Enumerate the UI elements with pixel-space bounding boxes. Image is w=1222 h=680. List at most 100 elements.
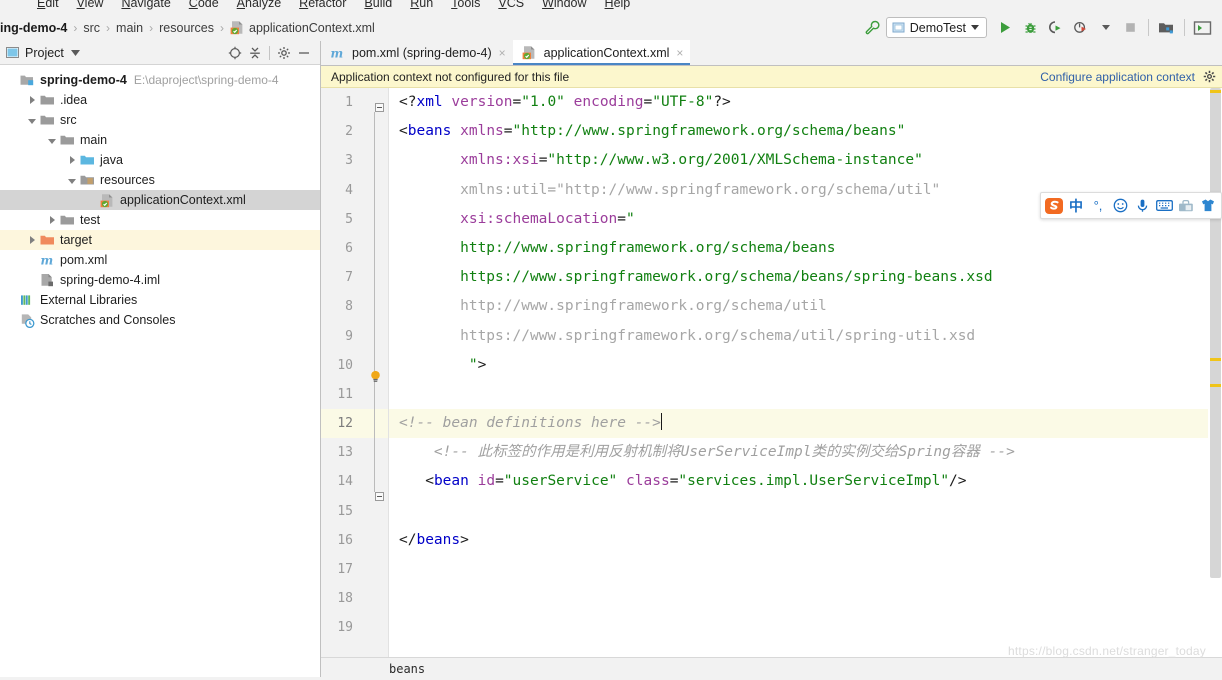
menu-item-window[interactable]: Window <box>533 0 595 10</box>
editor-scrollbar-thumb[interactable] <box>1210 88 1221 578</box>
breadcrumb-item-ing-demo-4[interactable]: ing-demo-4 <box>0 21 67 35</box>
code-line-10[interactable]: "> <box>389 351 1222 380</box>
tree-node-target[interactable]: target <box>0 230 320 250</box>
code-line-7[interactable]: https://www.springframework.org/schema/b… <box>389 263 1222 292</box>
breadcrumb-item-resources[interactable]: resources <box>159 21 214 35</box>
voice-input-icon[interactable] <box>1132 195 1152 216</box>
warning-marker[interactable] <box>1210 384 1221 387</box>
chevron-down-icon[interactable] <box>64 173 80 187</box>
close-icon[interactable]: × <box>499 46 506 60</box>
breadcrumb-item-src[interactable]: src <box>83 21 100 35</box>
profiler-dropdown[interactable] <box>1094 16 1117 39</box>
tree-node-applicationcontext-xml[interactable]: applicationContext.xml <box>0 190 320 210</box>
code-editor[interactable]: 1 2 3 4 5 6 7 8 9 10 11 12 13 14 15 16 17 18 19 <?xml vers… <box>321 88 1222 657</box>
chevron-right-icon[interactable] <box>24 233 40 247</box>
toolbox-icon[interactable] <box>1176 195 1196 216</box>
tree-node--idea[interactable]: .idea <box>0 90 320 110</box>
code-line-19[interactable] <box>389 613 1222 642</box>
warning-marker[interactable] <box>1210 90 1221 93</box>
menu-item-help[interactable]: Help <box>596 0 640 10</box>
code-line-6[interactable]: http://www.springframework.org/schema/be… <box>389 234 1222 263</box>
menu-item-build[interactable]: Build <box>355 0 401 10</box>
code-content[interactable]: <?xml version="1.0" encoding="UTF-8"?> <b… <box>389 88 1222 657</box>
configure-application-context-link[interactable]: Configure application context <box>1040 70 1195 84</box>
menu-item-edit[interactable]: Edit <box>28 0 68 10</box>
soft-keyboard-icon[interactable] <box>1154 195 1174 216</box>
project-structure-button[interactable] <box>1155 16 1178 39</box>
intention-bulb-icon[interactable] <box>369 370 382 383</box>
punctuation-icon[interactable]: °, <box>1088 195 1108 216</box>
chevron-down-icon[interactable] <box>24 113 40 127</box>
code-line-13[interactable]: <!-- 此标签的作用是利用反射机制将UserServiceImpl类的实例交给… <box>389 438 1222 467</box>
chevron-right-icon[interactable] <box>44 213 60 227</box>
maven-icon: m <box>40 253 55 268</box>
run-button[interactable] <box>994 16 1017 39</box>
editor-breadcrumb-beans[interactable]: beans <box>389 662 425 676</box>
menu-item-code[interactable]: Code <box>180 0 228 10</box>
tree-node-pom-xml[interactable]: m pom.xml <box>0 250 320 270</box>
tree-node-main[interactable]: main <box>0 130 320 150</box>
editor-gutter[interactable]: 1 2 3 4 5 6 7 8 9 10 11 12 13 14 15 16 17 18 19 <box>321 88 389 657</box>
code-line-16[interactable]: </beans> <box>389 526 1222 555</box>
chevron-down-icon[interactable] <box>44 133 60 147</box>
marker-scrollbar[interactable] <box>1208 88 1222 657</box>
profiler-button[interactable] <box>1069 16 1092 39</box>
wrench-icon[interactable] <box>861 16 884 39</box>
code-line-12[interactable]: <!-- bean definitions here --> <box>389 409 1222 439</box>
code-line-17[interactable] <box>389 555 1222 584</box>
tree-node-resources[interactable]: resources <box>0 170 320 190</box>
close-icon[interactable]: × <box>676 46 683 60</box>
code-line-18[interactable] <box>389 584 1222 613</box>
tree-node-spring-demo-4[interactable]: spring-demo-4 E:\daproject\spring-demo-4 <box>0 70 320 90</box>
chevron-right-icon[interactable] <box>64 153 80 167</box>
editor-tab-applicationcontext-xml[interactable]: applicationContext.xml × <box>512 40 691 65</box>
sogou-logo-icon[interactable] <box>1044 195 1064 216</box>
editor-tab-pom-xml[interactable]: m pom.xml (spring-demo-4) × <box>321 40 513 65</box>
sogou-ime-toolbar[interactable]: 中 °, <box>1040 192 1222 219</box>
locate-icon[interactable] <box>225 43 245 63</box>
code-line-15[interactable] <box>389 497 1222 526</box>
fold-marker-beans-close[interactable] <box>375 492 384 501</box>
chevron-right-icon[interactable] <box>24 93 40 107</box>
collapse-all-icon[interactable] <box>245 43 265 63</box>
code-line-3[interactable]: xmlns:xsi="http://www.w3.org/2001/XMLSch… <box>389 146 1222 175</box>
breadcrumb-item-main[interactable]: main <box>116 21 143 35</box>
menu-item-vcs[interactable]: VCS <box>489 0 533 10</box>
fold-marker-beans-open[interactable] <box>375 103 384 112</box>
menu-item-tools[interactable]: Tools <box>442 0 489 10</box>
settings-icon[interactable] <box>274 43 294 63</box>
code-line-2[interactable]: <beans xmlns="http://www.springframework… <box>389 117 1222 146</box>
emoji-icon[interactable] <box>1110 195 1130 216</box>
skin-icon[interactable] <box>1198 195 1218 216</box>
code-line-1[interactable]: <?xml version="1.0" encoding="UTF-8"?> <box>389 88 1222 117</box>
warning-marker[interactable] <box>1210 358 1221 361</box>
code-line-14[interactable]: <bean id="userService" class="services.i… <box>389 467 1222 496</box>
run-with-coverage-button[interactable] <box>1044 16 1067 39</box>
debug-button[interactable] <box>1019 16 1042 39</box>
code-line-9[interactable]: https://www.springframework.org/schema/u… <box>389 322 1222 351</box>
breadcrumb-item-applicationcontext-xml[interactable]: applicationContext.xml <box>230 20 375 35</box>
code-token-val: " <box>468 356 478 373</box>
code-line-11[interactable] <box>389 380 1222 409</box>
tree-node-spring-demo-4-iml[interactable]: spring-demo-4.iml <box>0 270 320 290</box>
menu-item-navigate[interactable]: Navigate <box>112 0 179 10</box>
menu-item-run[interactable]: Run <box>401 0 442 10</box>
menu-item-refactor[interactable]: Refactor <box>290 0 355 10</box>
menu-item-view[interactable]: View <box>68 0 113 10</box>
tree-node-scratches-and-consoles[interactable]: Scratches and Consoles <box>0 310 320 330</box>
tree-node-external-libraries[interactable]: External Libraries <box>0 290 320 310</box>
tree-node-test[interactable]: test <box>0 210 320 230</box>
project-chevron-down-icon[interactable] <box>70 49 80 56</box>
run-configuration-selector[interactable]: DemoTest <box>885 17 987 38</box>
menu-item-analyze[interactable]: Analyze <box>228 0 290 10</box>
code-line-8[interactable]: http://www.springframework.org/schema/ut… <box>389 292 1222 321</box>
hide-icon[interactable] <box>294 43 314 63</box>
chinese-mode-icon[interactable]: 中 <box>1066 195 1086 216</box>
breadcrumb[interactable]: ing-demo-4 › src › main › resources › applicatio… <box>0 14 861 41</box>
module-icon <box>20 73 35 87</box>
tree-node-src[interactable]: src <box>0 110 320 130</box>
tree-node-java[interactable]: java <box>0 150 320 170</box>
gear-icon[interactable] <box>1203 70 1216 83</box>
stop-button[interactable] <box>1119 16 1142 39</box>
preview-button[interactable] <box>1191 16 1214 39</box>
